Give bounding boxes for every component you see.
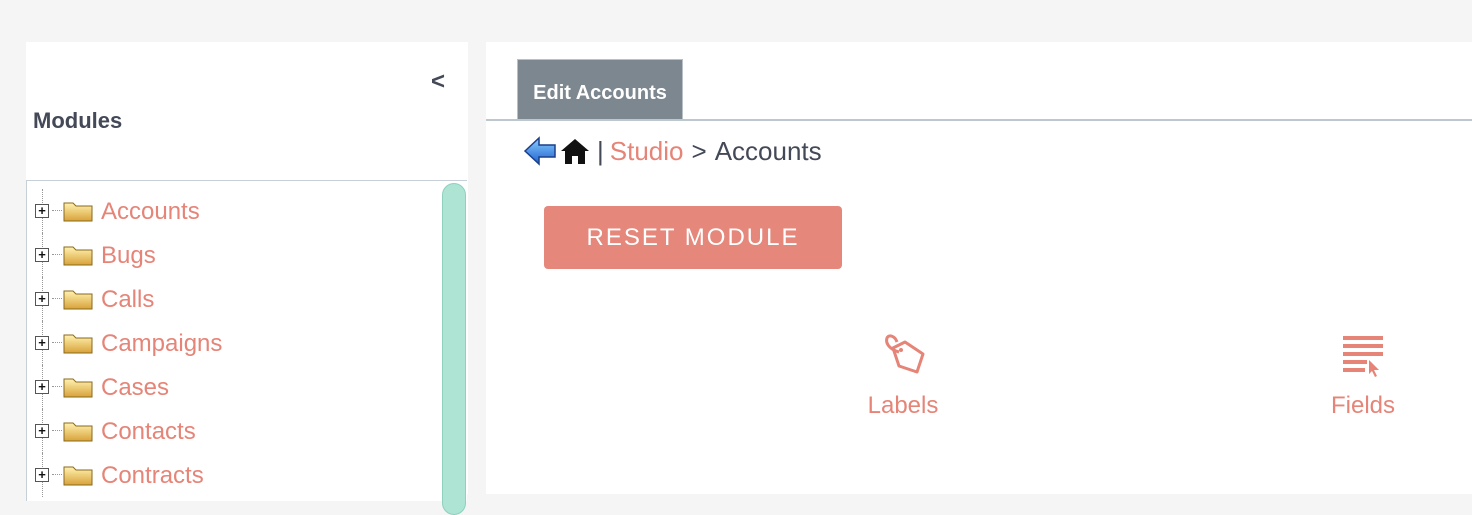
back-arrow-icon[interactable] (523, 135, 557, 167)
module-tree-list: + Accounts + Bugs + Calls + Campaigns + … (33, 189, 222, 497)
breadcrumb-separator: | (597, 135, 604, 166)
main-panel: Edit Accounts | Studio > Accounts RESET … (486, 42, 1472, 494)
expand-icon[interactable]: + (35, 204, 49, 218)
chevron-left-icon: < (430, 68, 445, 95)
folder-icon (63, 334, 93, 354)
home-icon[interactable] (559, 136, 591, 166)
folder-icon (63, 202, 93, 222)
tree-item-label[interactable]: Contacts (101, 418, 196, 446)
expand-icon[interactable]: + (35, 424, 49, 438)
tab-underline (486, 119, 1472, 121)
breadcrumb-current: Accounts (714, 135, 822, 166)
folder-icon (63, 290, 93, 310)
studio-item-label: Fields (1330, 392, 1396, 419)
tree-item-label[interactable]: Campaigns (101, 330, 222, 358)
tree-item-label[interactable]: Calls (101, 286, 154, 314)
tag-icon (885, 334, 925, 374)
tree-item-campaigns[interactable]: + Campaigns (33, 321, 222, 365)
breadcrumb-arrow: > (691, 135, 707, 166)
tree-item-bugs[interactable]: + Bugs (33, 233, 222, 277)
modules-title: Modules (33, 108, 123, 133)
modules-panel: < Modules + Accounts + Bugs + Calls + Ca… (26, 42, 468, 515)
tree-item-contracts[interactable]: + Contracts (33, 453, 222, 497)
studio-labels-item[interactable]: Labels (850, 332, 956, 420)
expand-icon[interactable]: + (35, 380, 49, 394)
reset-module-button[interactable]: RESET MODULE (544, 206, 842, 269)
fields-icon (1343, 336, 1383, 377)
folder-icon (63, 422, 93, 442)
expand-icon[interactable]: + (35, 248, 49, 262)
tree-item-label[interactable]: Cases (101, 374, 169, 402)
folder-icon (63, 246, 93, 266)
module-tree: + Accounts + Bugs + Calls + Campaigns + … (26, 180, 467, 501)
breadcrumb-studio-link[interactable]: Studio (610, 136, 684, 167)
tree-item-label[interactable]: Accounts (101, 198, 200, 226)
tab-edit-accounts[interactable]: Edit Accounts (517, 59, 683, 120)
folder-icon (63, 378, 93, 398)
tree-item-label[interactable]: Contracts (101, 462, 204, 490)
breadcrumb: | Studio > Accounts (523, 134, 822, 168)
expand-icon[interactable]: + (35, 292, 49, 306)
studio-fields-item[interactable]: Fields (1310, 332, 1416, 420)
tree-item-accounts[interactable]: + Accounts (33, 189, 222, 233)
folder-icon (63, 466, 93, 486)
expand-icon[interactable]: + (35, 336, 49, 350)
collapse-sidebar-button[interactable]: < (429, 68, 447, 95)
tree-item-label[interactable]: Bugs (101, 242, 156, 270)
studio-item-label: Labels (867, 392, 939, 419)
expand-icon[interactable]: + (35, 468, 49, 482)
tree-item-contacts[interactable]: + Contacts (33, 409, 222, 453)
tree-item-cases[interactable]: + Cases (33, 365, 222, 409)
tree-item-calls[interactable]: + Calls (33, 277, 222, 321)
tree-scrollbar[interactable] (442, 183, 466, 515)
